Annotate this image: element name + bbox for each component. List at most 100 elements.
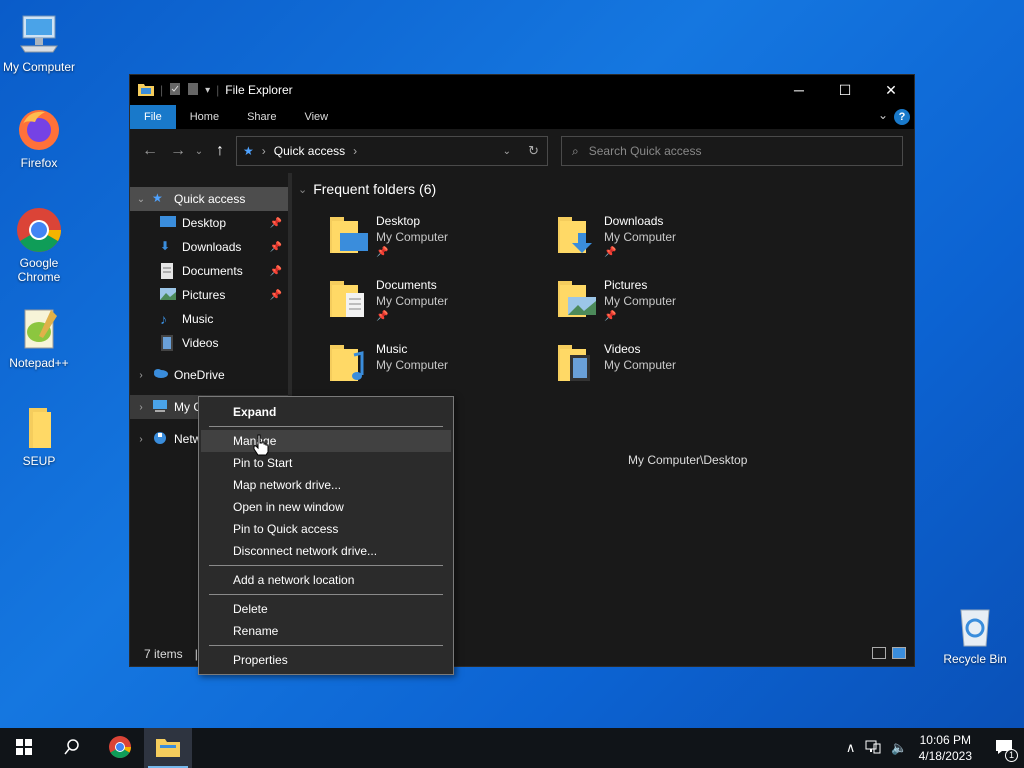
pin-icon: 📌	[376, 247, 389, 258]
breadcrumb-chevron-icon[interactable]: ›	[262, 144, 266, 158]
forward-button[interactable]: →	[164, 142, 192, 160]
desktop-icon-seup[interactable]: SEUP	[1, 404, 77, 468]
taskbar-chrome[interactable]	[96, 728, 144, 768]
group-header[interactable]: ⌄ Frequent folders (6)	[298, 181, 436, 197]
search-icon: ⌕	[572, 143, 579, 158]
pin-icon[interactable]: 📌	[270, 242, 282, 253]
nav-item-music[interactable]: ♪ Music	[130, 307, 288, 331]
recent-file-path[interactable]: My Computer\Desktop	[628, 453, 747, 467]
taskbar-file-explorer[interactable]	[144, 728, 192, 768]
folder-tile-documents[interactable]: Documents My Computer 📌	[328, 277, 538, 337]
nav-item-label: Music	[182, 312, 214, 326]
new-folder-icon[interactable]	[187, 82, 199, 99]
start-button[interactable]	[0, 728, 48, 768]
folder-tile-music[interactable]: Music My Computer	[328, 341, 538, 401]
minimize-button[interactable]: ─	[776, 75, 822, 105]
pin-icon: 📌	[604, 247, 617, 258]
menu-item-open-new-window[interactable]: Open in new window	[199, 496, 453, 518]
clock-time: 10:06 PM	[919, 733, 971, 747]
menu-separator	[209, 426, 443, 427]
nav-item-desktop[interactable]: Desktop 📌	[130, 211, 288, 235]
recycle-bin-icon	[951, 602, 999, 650]
up-button[interactable]: ↑	[206, 142, 234, 160]
tab-file[interactable]: File	[130, 105, 176, 129]
title-bar[interactable]: | ▾ | File Explorer ─ ☐ ✕	[130, 75, 914, 105]
computer-icon	[152, 399, 168, 415]
search-icon	[64, 738, 80, 758]
collapse-chevron-icon[interactable]: ⌄	[298, 183, 307, 196]
expand-chevron-icon[interactable]: ›	[130, 402, 152, 413]
desktop-icon-label: Recycle Bin	[943, 652, 1007, 666]
menu-item-delete[interactable]: Delete	[199, 598, 453, 620]
search-input[interactable]: ⌕ Search Quick access	[561, 136, 903, 166]
address-dropdown-icon[interactable]: ⌄	[503, 146, 511, 157]
desktop-icon-recycle-bin[interactable]: Recycle Bin	[937, 602, 1013, 666]
expand-ribbon-icon[interactable]: ⌄	[878, 108, 888, 122]
menu-item-pin-quick-access[interactable]: Pin to Quick access	[199, 518, 453, 540]
folder-tile-desktop[interactable]: Desktop My Computer 📌	[328, 213, 538, 273]
details-view-icon[interactable]	[872, 647, 886, 659]
menu-item-properties[interactable]: Properties	[199, 649, 453, 671]
pictures-folder-icon	[556, 277, 600, 321]
clock[interactable]: 10:06 PM 4/18/2023	[919, 732, 972, 764]
back-button[interactable]: ←	[136, 142, 164, 160]
nav-item-videos[interactable]: Videos	[130, 331, 288, 355]
breadcrumb-chevron-icon[interactable]: ›	[353, 144, 357, 158]
collapse-chevron-icon[interactable]: ⌄	[130, 194, 152, 205]
folder-location: My Computer	[604, 230, 677, 244]
search-button[interactable]	[48, 728, 96, 768]
properties-icon[interactable]	[169, 82, 181, 99]
menu-item-rename[interactable]: Rename	[199, 620, 453, 642]
tab-view[interactable]: View	[290, 105, 342, 129]
folder-location: My Computer	[376, 358, 449, 372]
file-explorer-icon	[156, 737, 180, 760]
nav-item-onedrive[interactable]: › OneDrive	[130, 363, 288, 387]
menu-item-disconnect-network-drive[interactable]: Disconnect network drive...	[199, 540, 453, 562]
help-icon[interactable]: ?	[894, 109, 910, 125]
volume-icon[interactable]: 🔈	[891, 740, 907, 756]
customize-qat-icon[interactable]: ▾	[205, 85, 210, 96]
desktop-icon-notepadpp[interactable]: Notepad++	[1, 306, 77, 370]
refresh-icon[interactable]: ↻	[528, 143, 539, 159]
folder-tile-downloads[interactable]: Downloads My Computer 📌	[556, 213, 766, 273]
desktop-icon-my-computer[interactable]: My Computer	[1, 10, 77, 74]
tab-share[interactable]: Share	[233, 105, 290, 129]
nav-item-label: Downloads	[182, 240, 242, 254]
context-menu: Expand Manage Pin to Start Map network d…	[198, 396, 454, 675]
expand-chevron-icon[interactable]: ›	[130, 370, 152, 381]
desktop-icon-chrome[interactable]: Google Chrome	[1, 206, 77, 284]
nav-item-pictures[interactable]: Pictures 📌	[130, 283, 288, 307]
desktop-icon-firefox[interactable]: Firefox	[1, 106, 77, 170]
maximize-button[interactable]: ☐	[822, 75, 868, 105]
show-hidden-icons-icon[interactable]: ∧	[846, 740, 856, 756]
music-note-icon: ♪	[160, 311, 167, 327]
nav-item-downloads[interactable]: ⬇ Downloads 📌	[130, 235, 288, 259]
nav-item-quick-access[interactable]: ⌄ ★ Quick access	[130, 187, 288, 211]
folder-name: Downloads	[604, 214, 664, 228]
expand-chevron-icon[interactable]: ›	[130, 434, 152, 445]
menu-item-expand[interactable]: Expand	[199, 401, 453, 423]
pin-icon[interactable]: 📌	[270, 266, 282, 277]
address-bar[interactable]: ★ › Quick access › ⌄ ↻	[236, 136, 548, 166]
large-icons-view-icon[interactable]	[892, 647, 906, 659]
nav-item-label: Pictures	[182, 288, 226, 302]
hand-cursor-icon	[253, 434, 269, 456]
notification-icon: 1	[995, 739, 1018, 762]
pin-icon[interactable]: 📌	[270, 218, 282, 229]
breadcrumb-quick-access[interactable]: Quick access	[274, 144, 345, 158]
action-center-button[interactable]: 1	[984, 728, 1024, 768]
close-button[interactable]: ✕	[868, 75, 914, 105]
folder-tile-videos[interactable]: Videos My Computer	[556, 341, 766, 401]
menu-item-map-network-drive[interactable]: Map network drive...	[199, 474, 453, 496]
menu-item-manage[interactable]: Manage	[201, 430, 451, 452]
pin-icon[interactable]: 📌	[270, 290, 282, 301]
recent-locations-icon[interactable]: ⌄	[192, 146, 206, 157]
network-icon[interactable]	[865, 740, 881, 757]
menu-item-add-network-location[interactable]: Add a network location	[199, 569, 453, 591]
nav-item-documents[interactable]: Documents 📌	[130, 259, 288, 283]
menu-item-pin-to-start[interactable]: Pin to Start	[199, 452, 453, 474]
taskbar: ∧ 🔈 10:06 PM 4/18/2023 1	[0, 728, 1024, 768]
folder-tile-pictures[interactable]: Pictures My Computer 📌	[556, 277, 766, 337]
cloud-icon	[152, 367, 168, 383]
tab-home[interactable]: Home	[176, 105, 233, 129]
